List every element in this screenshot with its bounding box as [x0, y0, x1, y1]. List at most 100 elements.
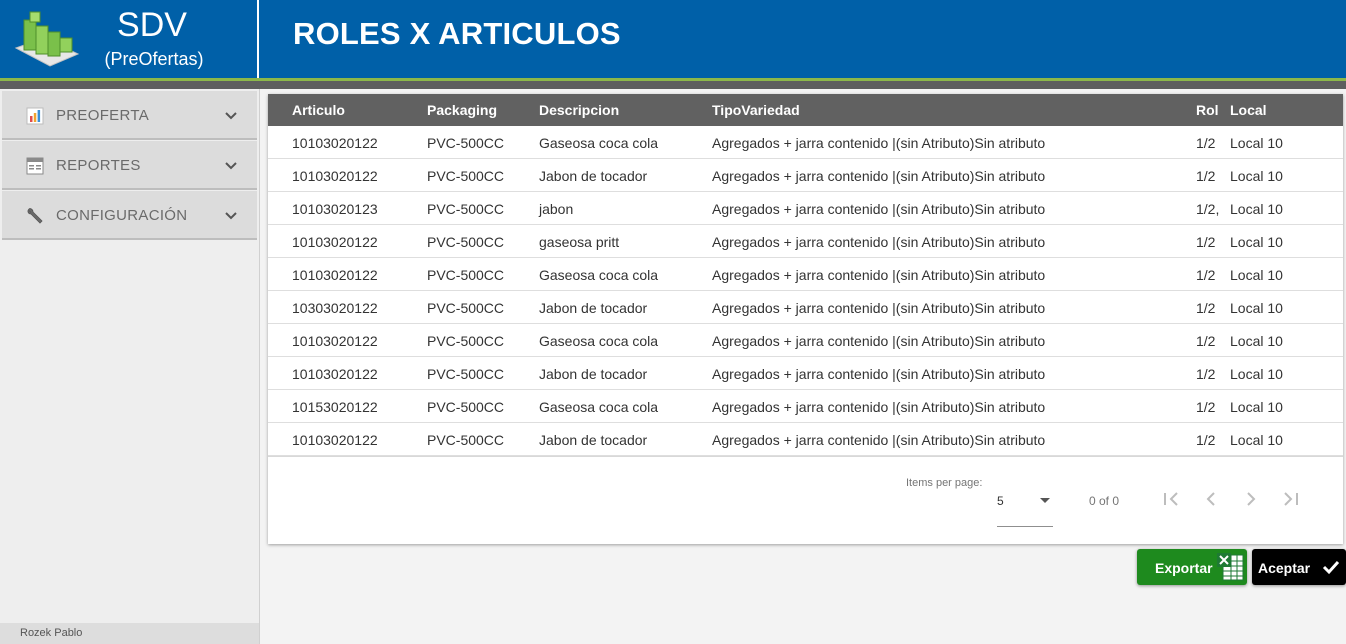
cell-packaging: PVC-500CC — [427, 300, 505, 316]
last-page-button[interactable] — [1279, 487, 1303, 511]
cell-tipovariedad: Agregados + jarra contenido |(sin Atribu… — [712, 333, 1046, 349]
table-row[interactable]: 10103020122 PVC-500CC Gaseosa coca cola Agr… — [268, 126, 1343, 159]
items-per-page-value: 5 — [997, 494, 1004, 508]
column-header-local[interactable]: Local — [1230, 102, 1267, 118]
cell-articulo: 10103020122 — [292, 366, 378, 382]
cell-packaging: PVC-500CC — [427, 267, 505, 283]
table-row[interactable]: 10103020122 PVC-500CC Jabon de tocador Agre… — [268, 423, 1343, 456]
cell-tipovariedad: Agregados + jarra contenido |(sin Atribu… — [712, 168, 1046, 184]
accept-button[interactable]: Aceptar — [1252, 549, 1346, 585]
cell-packaging: PVC-500CC — [427, 333, 505, 349]
cell-packaging: PVC-500CC — [427, 399, 505, 415]
first-page-icon — [1164, 492, 1178, 506]
column-header-rol[interactable]: Rol — [1196, 102, 1219, 118]
cell-tipovariedad: Agregados + jarra contenido |(sin Atribu… — [712, 201, 1046, 217]
cell-local: Local 10 — [1230, 267, 1283, 283]
cell-articulo: 10103020122 — [292, 333, 378, 349]
brand: SDV (PreOfertas) — [0, 0, 259, 78]
next-page-button[interactable] — [1239, 487, 1263, 511]
cell-articulo: 10103020122 — [292, 432, 378, 448]
first-page-button[interactable] — [1159, 487, 1183, 511]
cell-rol: 1/2 — [1196, 366, 1216, 382]
cell-descripcion: Jabon de tocador — [539, 432, 648, 448]
brand-title: SDV — [117, 6, 187, 44]
cell-packaging: PVC-500CC — [427, 135, 505, 151]
cell-articulo: 10303020122 — [292, 300, 378, 316]
cell-articulo: 10153020122 — [292, 399, 378, 415]
cell-packaging: PVC-500CC — [427, 234, 505, 250]
cell-tipovariedad: Agregados + jarra contenido |(sin Atribu… — [712, 300, 1046, 316]
cell-rol: 1/2 — [1196, 234, 1216, 250]
previous-page-button[interactable] — [1199, 487, 1223, 511]
items-per-page-label: Items per page: — [906, 477, 983, 489]
cell-packaging: PVC-500CC — [427, 432, 505, 448]
user-name: Rozek Pablo — [20, 627, 83, 639]
cell-articulo: 10103020122 — [292, 234, 378, 250]
cell-local: Local 10 — [1230, 135, 1283, 151]
cell-descripcion: jabon — [539, 201, 574, 217]
cell-rol: 1/2 — [1196, 399, 1216, 415]
cell-local: Local 10 — [1230, 432, 1283, 448]
sidebar-item-reportes[interactable]: REPORTES — [2, 141, 257, 190]
export-button[interactable]: Exportar — [1137, 549, 1247, 585]
cell-tipovariedad: Agregados + jarra contenido |(sin Atribu… — [712, 366, 1046, 382]
cell-rol: 1/2 — [1196, 135, 1216, 151]
cell-articulo: 10103020122 — [292, 168, 378, 184]
cell-articulo: 10103020122 — [292, 135, 378, 151]
check-icon — [1322, 560, 1340, 575]
wrench-icon — [27, 208, 43, 224]
paginator: Items per page: 5 0 of 0 — [268, 456, 1343, 544]
cell-packaging: PVC-500CC — [427, 366, 505, 382]
excel-icon — [1217, 553, 1244, 581]
table-row[interactable]: 10103020122 PVC-500CC Gaseosa coca cola Agr… — [268, 258, 1343, 291]
cell-articulo: 10103020122 — [292, 267, 378, 283]
cell-local: Local 10 — [1230, 300, 1283, 316]
page-title: ROLES X ARTICULOS — [293, 16, 621, 51]
report-icon — [26, 157, 44, 175]
cell-local: Local 10 — [1230, 399, 1283, 415]
cell-descripcion: Jabon de tocador — [539, 300, 648, 316]
cell-articulo: 10103020123 — [292, 201, 378, 217]
sidebar-item-label: REPORTES — [56, 157, 141, 174]
cell-local: Local 10 — [1230, 366, 1283, 382]
table-row[interactable]: 10103020122 PVC-500CC gaseosa pritt Agregad… — [268, 225, 1343, 258]
table-row[interactable]: 10103020123 PVC-500CC jabon Agregados + jar… — [268, 192, 1343, 225]
table-header: Articulo Packaging Descripcion TipoVarie… — [268, 94, 1343, 126]
chevron-right-icon — [1247, 492, 1256, 506]
column-header-packaging[interactable]: Packaging — [427, 102, 497, 118]
sidebar-item-configuracion[interactable]: CONFIGURACIÓN — [2, 191, 257, 240]
column-header-tipovariedad[interactable]: TipoVariedad — [712, 102, 800, 118]
table-row[interactable]: 10103020122 PVC-500CC Gaseosa coca cola Agr… — [268, 324, 1343, 357]
cell-descripcion: Gaseosa coca cola — [539, 267, 659, 283]
cell-tipovariedad: Agregados + jarra contenido |(sin Atribu… — [712, 135, 1046, 151]
cell-packaging: PVC-500CC — [427, 201, 505, 217]
cell-rol: 1/2, — [1196, 201, 1220, 217]
items-per-page-select[interactable]: 5 — [997, 493, 1053, 527]
table-row[interactable]: 10103020122 PVC-500CC Jabon de tocador Agre… — [268, 357, 1343, 390]
cell-descripcion: Jabon de tocador — [539, 366, 648, 382]
cell-local: Local 10 — [1230, 201, 1283, 217]
sidebar-item-preoferta[interactable]: PREOFERTA — [2, 91, 257, 140]
cell-rol: 1/2 — [1196, 300, 1216, 316]
accept-button-label: Aceptar — [1258, 560, 1311, 576]
user-bar: Rozek Pablo — [0, 623, 259, 644]
cell-tipovariedad: Agregados + jarra contenido |(sin Atribu… — [712, 432, 1046, 448]
table-row[interactable]: 10153020122 PVC-500CC Gaseosa coca cola Agr… — [268, 390, 1343, 423]
cell-local: Local 10 — [1230, 168, 1283, 184]
column-header-articulo[interactable]: Articulo — [292, 102, 345, 118]
cell-descripcion: Gaseosa coca cola — [539, 399, 659, 415]
sidebar-item-label: CONFIGURACIÓN — [56, 207, 188, 224]
cell-rol: 1/2 — [1196, 168, 1216, 184]
sidebar-item-label: PREOFERTA — [56, 107, 149, 124]
chevron-down-icon — [225, 112, 237, 120]
chevron-left-icon — [1206, 492, 1215, 506]
cell-rol: 1/2 — [1196, 432, 1216, 448]
cell-packaging: PVC-500CC — [427, 168, 505, 184]
table-row[interactable]: 10303020122 PVC-500CC Jabon de tocador Agre… — [268, 291, 1343, 324]
range-label: 0 of 0 — [1089, 494, 1120, 508]
column-header-descripcion[interactable]: Descripcion — [539, 102, 619, 118]
cell-descripcion: Gaseosa coca cola — [539, 135, 659, 151]
cell-tipovariedad: Agregados + jarra contenido |(sin Atribu… — [712, 267, 1046, 283]
cell-local: Local 10 — [1230, 234, 1283, 250]
table-row[interactable]: 10103020122 PVC-500CC Jabon de tocador Agre… — [268, 159, 1343, 192]
